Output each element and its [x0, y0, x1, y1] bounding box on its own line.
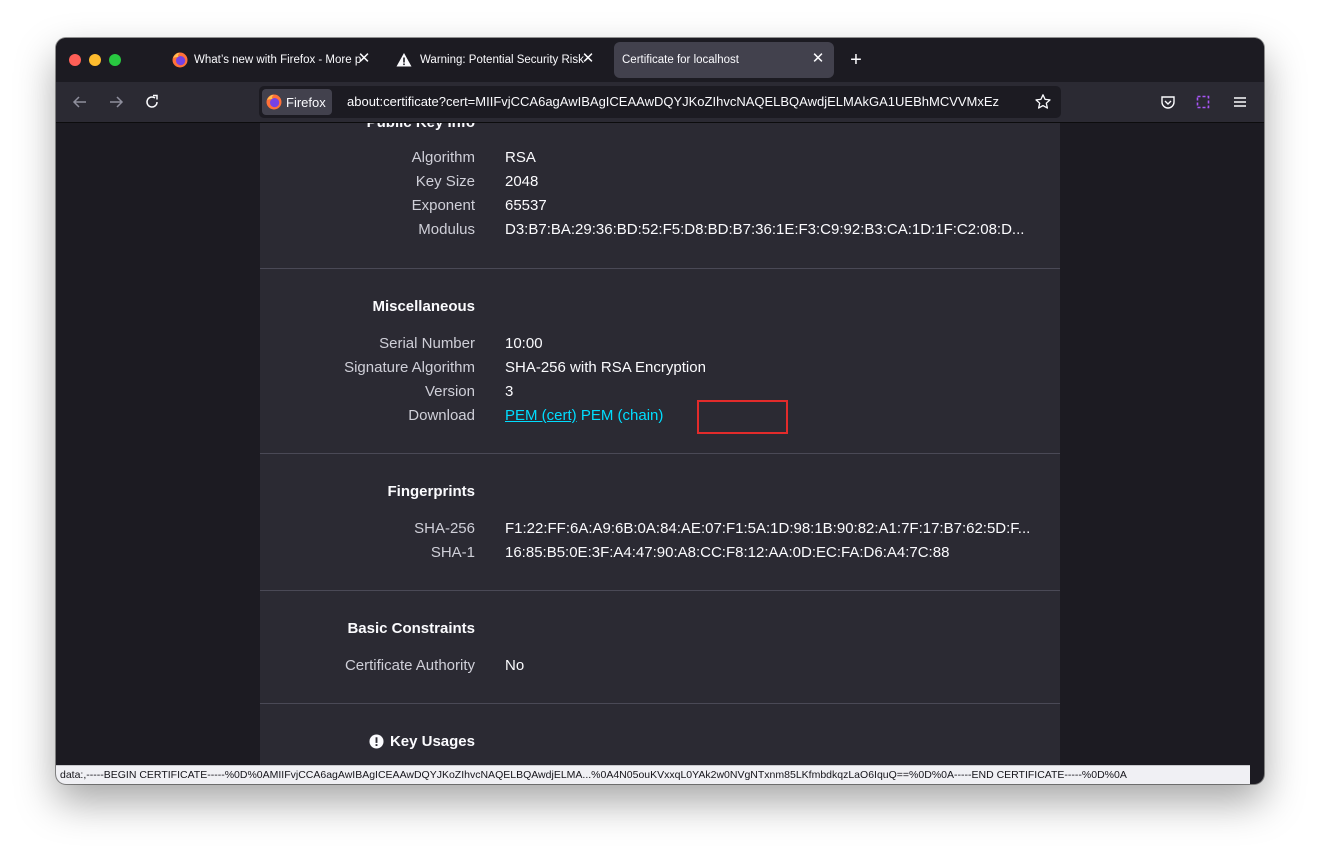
- row-value: 2048: [505, 173, 539, 190]
- screenshot-icon: [1196, 95, 1210, 109]
- certificate-panel: Public Key Info Algorithm RSA Key Size 2…: [260, 123, 1060, 765]
- row-label: Signature Algorithm: [344, 359, 475, 376]
- reload-button[interactable]: [142, 92, 162, 112]
- window-minimize-button[interactable]: [89, 54, 101, 66]
- tab-title: Warning: Potential Security Risk: [420, 54, 584, 66]
- back-arrow-icon: [72, 96, 86, 108]
- firefox-logo-icon: [172, 52, 188, 68]
- section-title-key-usages: Key Usages: [369, 733, 475, 750]
- window-close-button[interactable]: [69, 54, 81, 66]
- row-label: Key Size: [415, 173, 475, 190]
- download-row: Download PEM (cert) PEM (chain): [260, 404, 1060, 428]
- tab-whats-new[interactable]: What’s new with Firefox - More p ✕: [166, 42, 380, 78]
- info-row: SHA-256 F1:22:FF:6A:A9:6B:0A:84:AE:07:F1…: [260, 517, 1060, 541]
- pocket-button[interactable]: [1158, 92, 1178, 112]
- tab-close-icon[interactable]: ✕: [356, 51, 372, 67]
- section-title-text: Key Usages: [389, 733, 475, 750]
- forward-button[interactable]: [106, 92, 126, 112]
- tab-close-icon[interactable]: ✕: [580, 51, 596, 67]
- row-value: D3:B7:BA:29:36:BD:52:F5:D8:BD:B7:36:1E:F…: [505, 221, 1025, 238]
- section-divider: [260, 453, 1060, 454]
- row-label: Modulus: [418, 221, 475, 238]
- pocket-icon: [1161, 96, 1175, 109]
- browser-window: What’s new with Firefox - More p ✕ Warni…: [56, 38, 1264, 784]
- info-row: Signature Algorithm SHA-256 with RSA Enc…: [260, 356, 1060, 380]
- back-button[interactable]: [70, 92, 90, 112]
- url-text[interactable]: about:certificate?cert=MIIFvjCCA6agAwIBA…: [347, 94, 1027, 109]
- hamburger-menu-icon: [1234, 97, 1246, 107]
- row-label: Algorithm: [411, 149, 475, 166]
- row-label: Exponent: [411, 197, 475, 214]
- identity-box[interactable]: Firefox: [262, 89, 332, 115]
- section-divider: [260, 703, 1060, 704]
- tab-title: What’s new with Firefox - More p: [194, 54, 362, 66]
- row-value: No: [505, 657, 525, 674]
- section-title-miscellaneous: Miscellaneous: [372, 298, 475, 315]
- row-label: SHA-256: [414, 520, 475, 537]
- row-value: 3: [505, 383, 514, 400]
- info-row: Algorithm RSA: [260, 146, 1060, 170]
- alert-circle-icon: [369, 734, 384, 749]
- tab-close-icon[interactable]: ✕: [810, 51, 826, 67]
- app-menu-button[interactable]: [1230, 92, 1250, 112]
- download-pem-cert-link[interactable]: PEM (cert): [505, 407, 577, 424]
- tab-strip: What’s new with Firefox - More p ✕ Warni…: [56, 38, 1264, 82]
- row-value: 16:85:B5:0E:3F:A4:47:90:A8:CC:F8:12:AA:0…: [505, 544, 950, 561]
- row-value: 65537: [505, 197, 547, 214]
- bookmark-star-button[interactable]: [1034, 93, 1052, 111]
- warning-triangle-icon: [396, 52, 412, 68]
- row-value: 10:00: [505, 335, 543, 352]
- new-tab-button[interactable]: +: [846, 50, 866, 70]
- download-links: PEM (cert) PEM (chain): [505, 407, 663, 424]
- section-divider: [260, 590, 1060, 591]
- forward-arrow-icon: [110, 96, 124, 108]
- download-pem-chain-link[interactable]: PEM (chain): [581, 407, 664, 424]
- section-title-public-key-info: Public Key Info: [367, 123, 475, 131]
- section-title-basic-constraints: Basic Constraints: [347, 620, 475, 637]
- url-bar[interactable]: Firefox about:certificate?cert=MIIFvjCCA…: [259, 86, 1061, 118]
- info-row: Modulus D3:B7:BA:29:36:BD:52:F5:D8:BD:B7…: [260, 218, 1060, 242]
- reload-icon: [146, 94, 158, 108]
- row-label: Serial Number: [379, 335, 475, 352]
- nav-toolbar: Firefox about:certificate?cert=MIIFvjCCA…: [56, 82, 1264, 123]
- row-value: RSA: [505, 149, 536, 166]
- firefox-logo-icon: [266, 94, 282, 110]
- star-icon: [1035, 94, 1051, 109]
- row-label: SHA-1: [430, 544, 475, 561]
- row-value: F1:22:FF:6A:A9:6B:0A:84:AE:07:F1:5A:1D:9…: [505, 520, 1031, 537]
- info-row: Key Size 2048: [260, 170, 1060, 194]
- info-row: Certificate Authority No: [260, 654, 1060, 678]
- section-title-fingerprints: Fingerprints: [387, 483, 475, 500]
- tab-certificate[interactable]: Certificate for localhost ✕: [614, 42, 834, 78]
- highlight-box: [697, 400, 788, 434]
- info-row: Serial Number 10:00: [260, 332, 1060, 356]
- tab-security-warning[interactable]: Warning: Potential Security Risk ✕: [390, 42, 604, 78]
- tab-title: Certificate for localhost: [622, 54, 739, 66]
- screenshot-button[interactable]: [1193, 92, 1213, 112]
- info-row: Version 3: [260, 380, 1060, 404]
- row-value: SHA-256 with RSA Encryption: [505, 359, 706, 376]
- info-row: Exponent 65537: [260, 194, 1060, 218]
- row-label: Certificate Authority: [344, 657, 475, 674]
- page-content: Public Key Info Algorithm RSA Key Size 2…: [56, 123, 1264, 765]
- identity-label: Firefox: [286, 94, 326, 110]
- row-label: Download: [408, 407, 475, 424]
- info-row: SHA-1 16:85:B5:0E:3F:A4:47:90:A8:CC:F8:1…: [260, 541, 1060, 565]
- window-zoom-button[interactable]: [109, 54, 121, 66]
- row-label: Version: [424, 383, 475, 400]
- status-bar: data:,-----BEGIN CERTIFICATE-----%0D%0AM…: [56, 765, 1250, 784]
- section-divider: [260, 268, 1060, 269]
